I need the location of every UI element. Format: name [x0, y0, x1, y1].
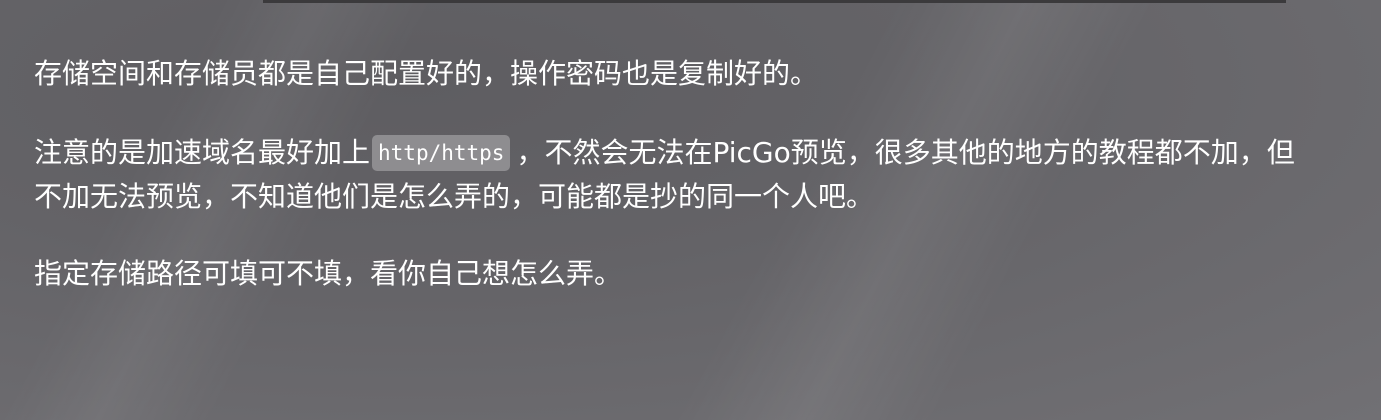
paragraph-line: 注意的是加速域名最好加上 http/https ，不然会无法在PicGo预览，很多其… [34, 131, 1381, 175]
article-body: 存储空间和存储员都是自己配置好的，操作密码也是复制好的。 注意的是加速域名最好加… [34, 52, 1381, 331]
paragraph-text: ，不然会无法在PicGo预览，很多其他的地方的教程都不加，但 [516, 136, 1295, 169]
paragraph-domain-note: 注意的是加速域名最好加上 http/https ，不然会无法在PicGo预览，很多其… [34, 131, 1381, 219]
paragraph-text: 指定存储路径可填可不填，看你自己想怎么弄。 [34, 257, 623, 290]
paragraph-storage-path: 指定存储路径可填可不填，看你自己想怎么弄。 [34, 252, 1381, 296]
top-divider [263, 0, 1286, 3]
paragraph-text: 注意的是加速域名最好加上 [34, 136, 371, 169]
paragraph-text: 存储空间和存储员都是自己配置好的，操作密码也是复制好的。 [34, 57, 819, 90]
paragraph-storage-config: 存储空间和存储员都是自己配置好的，操作密码也是复制好的。 [34, 52, 1381, 96]
inline-code: http/https [372, 135, 511, 171]
paragraph-line: 不加无法预览，不知道他们是怎么弄的，可能都是抄的同一个人吧。 [34, 180, 875, 213]
